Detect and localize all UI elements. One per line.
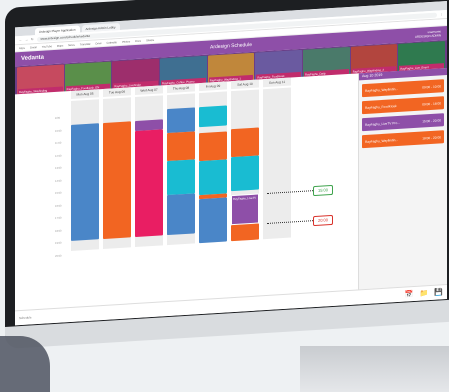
day-column[interactable]: Fri Aug 09 <box>199 81 227 244</box>
menu-icon[interactable]: ⋮ <box>440 12 443 16</box>
schedule-event[interactable] <box>135 129 163 238</box>
time-label: 14:00 <box>55 179 62 183</box>
monitor-stand <box>300 346 449 392</box>
day-header: Sun Aug 11 <box>263 77 291 88</box>
monitor-frame: Ardesign Player Application Ardesign Adm… <box>5 0 449 348</box>
time-label: 11:00 <box>55 141 62 145</box>
day-column[interactable]: Thu Aug 08 <box>167 83 195 246</box>
bookmark-item[interactable]: Photos <box>122 40 130 43</box>
schedule-list-item[interactable]: RayFaghu_Wayfindin... 09:00 - 10:00 <box>362 79 444 98</box>
time-label: 18:00 <box>55 229 62 233</box>
schedule-list-item[interactable]: RayFaghu_FoodKiosk 09:00 - 18:00 <box>362 96 444 115</box>
day-column[interactable]: Wed Aug 07 <box>135 85 163 248</box>
day-column[interactable]: Sat Aug 10 RayFaghu_LiveTV <box>231 79 259 242</box>
item-time: 15:00 - 20:00 <box>422 117 441 123</box>
screen: Ardesign Player Application Ardesign Adm… <box>15 0 447 326</box>
schedule-event[interactable] <box>167 159 195 196</box>
schedule-list-item[interactable]: RayFaghu_LiveTV Pro... 15:00 - 20:00 <box>362 113 444 132</box>
item-name: RayFaghu_Wayfindin... <box>365 137 399 144</box>
day-header: Wed Aug 07 <box>135 85 163 96</box>
day-column[interactable]: Tue Aug 06 <box>103 87 131 250</box>
day-header: Sat Aug 10 <box>231 79 259 90</box>
schedule-event[interactable]: RayFaghu_LiveTV <box>231 193 259 226</box>
day-header: Mon Aug 05 <box>71 89 99 99</box>
item-name: RayFaghu_Wayfindin... <box>365 86 399 93</box>
schedule-event[interactable] <box>167 131 195 162</box>
bookmark-item[interactable]: Apps <box>19 46 25 49</box>
bookmark-item[interactable]: Maps <box>57 44 63 47</box>
schedule-event[interactable] <box>167 107 195 134</box>
schedule-event[interactable] <box>199 105 227 128</box>
schedule-event[interactable] <box>71 123 99 241</box>
time-axis: 9:00 10:00 11:00 12:00 13:00 14:00 15:00 16:00 1… <box>15 102 65 258</box>
day-header: Tue Aug 06 <box>103 87 131 98</box>
item-time: 18:00 - 20:00 <box>422 134 441 140</box>
time-label: 20:00 <box>55 254 62 258</box>
time-label: 16:00 <box>55 204 62 208</box>
schedule-event[interactable] <box>231 155 259 192</box>
reload-icon[interactable]: ↻ <box>31 37 34 41</box>
schedule-list-item[interactable]: RayFaghu_Wayfindin... 18:00 - 20:00 <box>362 130 444 149</box>
week-calendar: 9:00 10:00 11:00 12:00 13:00 14:00 15:00 16:00 1… <box>15 73 358 312</box>
folder-icon[interactable]: 📁 <box>420 289 429 298</box>
item-name: RayFaghu_LiveTV Pro... <box>365 120 400 127</box>
save-icon[interactable]: 💾 <box>434 288 443 297</box>
time-label: 12:00 <box>55 154 62 158</box>
schedule-event[interactable] <box>199 159 227 196</box>
schedule-event[interactable] <box>231 223 259 242</box>
day-column[interactable]: Sun Aug 11 <box>263 77 291 240</box>
day-header: Fri Aug 09 <box>199 81 227 92</box>
schedule-event[interactable] <box>199 197 227 244</box>
time-label: 13:00 <box>55 166 62 170</box>
time-label: 15:00 <box>55 191 62 195</box>
schedule-event[interactable] <box>199 131 227 162</box>
main-area: 9:00 10:00 11:00 12:00 13:00 14:00 15:00 16:00 1… <box>15 67 447 312</box>
day-header: Thu Aug 08 <box>167 83 195 94</box>
schedule-event[interactable] <box>103 121 131 240</box>
end-time-badge[interactable]: 20:00 <box>313 214 333 227</box>
bookmark-item[interactable]: Drive <box>95 42 101 45</box>
bookmark-item[interactable]: Sheets <box>146 38 154 41</box>
day-sidepanel: Aug 10 2019 RayFaghu_Wayfindin... 09:00 -… <box>358 67 447 291</box>
start-time-badge[interactable]: 15:00 <box>313 184 333 197</box>
bookmark-item[interactable]: News <box>68 43 75 46</box>
time-label: 19:00 <box>55 241 62 245</box>
item-name: RayFaghu_FoodKiosk <box>365 103 397 110</box>
footer-label: Schedule <box>19 315 32 321</box>
back-icon[interactable]: ← <box>19 38 22 42</box>
item-time: 09:00 - 10:00 <box>422 83 441 89</box>
bookmark-item[interactable]: YouTube <box>42 45 52 49</box>
time-label: 9:00 <box>55 116 61 120</box>
schedule-event[interactable] <box>167 193 195 236</box>
bookmark-item[interactable]: Docs <box>135 39 141 42</box>
forward-icon[interactable]: → <box>25 38 28 42</box>
schedule-event[interactable] <box>231 127 259 158</box>
calendar-icon[interactable]: 📅 <box>405 290 414 299</box>
bookmark-item[interactable]: Translate <box>80 42 91 46</box>
day-column[interactable]: Mon Aug 05 <box>71 89 99 251</box>
bookmark-item[interactable]: Calendar <box>107 41 118 45</box>
day-background <box>263 87 291 240</box>
time-label: 17:00 <box>55 216 62 220</box>
item-time: 09:00 - 18:00 <box>422 100 441 106</box>
time-label: 10:00 <box>55 129 62 133</box>
bookmark-item[interactable]: Gmail <box>30 46 37 49</box>
